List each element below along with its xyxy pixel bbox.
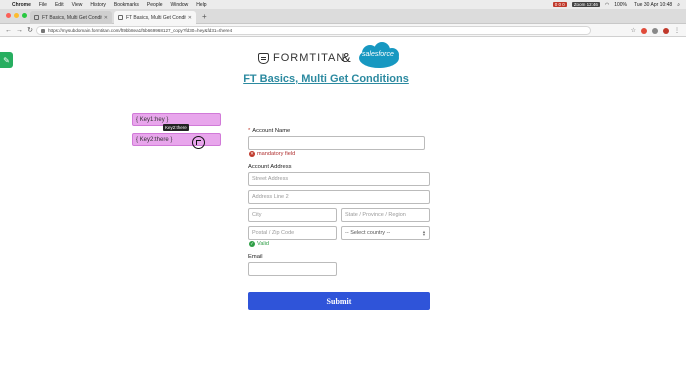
minimize-window-icon[interactable] bbox=[14, 13, 19, 18]
formtitan-shield-icon bbox=[258, 52, 269, 64]
mac-menubar: Chrome File Edit View History Bookmarks … bbox=[0, 0, 686, 9]
screen: Chrome File Edit View History Bookmarks … bbox=[0, 0, 686, 386]
check-icon: ✓ bbox=[249, 241, 255, 247]
lock-icon bbox=[41, 28, 45, 33]
browser-toolbar: ← → ↻ https://mysubdomain.formtitan.com/… bbox=[0, 24, 686, 37]
account-address-label: Account Address bbox=[248, 164, 292, 170]
error-icon: ✕ bbox=[249, 151, 255, 157]
extension-gray-icon[interactable] bbox=[652, 27, 658, 34]
mouse-pointer-icon bbox=[196, 140, 201, 145]
tab-favicon-icon bbox=[34, 15, 39, 20]
search-icon[interactable]: ⌕ bbox=[677, 2, 680, 8]
formtitan-brand: FORMTITAN bbox=[273, 52, 346, 64]
street-address-input[interactable]: Street Address bbox=[248, 172, 430, 186]
key2-tooltip: Key2:there bbox=[163, 124, 189, 131]
tab-close-icon[interactable]: ✕ bbox=[188, 15, 192, 21]
city-input[interactable]: City bbox=[248, 208, 337, 222]
ampersand: & bbox=[342, 50, 351, 65]
page-title: FT Basics, Multi Get Conditions bbox=[243, 73, 409, 85]
salesforce-brand: salesforce bbox=[362, 51, 394, 58]
mandatory-field-text: mandatory field bbox=[257, 151, 296, 157]
reload-icon[interactable]: ↻ bbox=[27, 26, 33, 34]
menu-view[interactable]: View bbox=[72, 2, 83, 8]
address-bar[interactable]: https://mysubdomain.formtitan.com/ft9bb8… bbox=[36, 26, 591, 35]
status-badge-red[interactable]: 0 0 0 bbox=[552, 2, 567, 7]
state-input[interactable]: State / Province / Region bbox=[341, 208, 430, 222]
country-select-value: -- Select country -- bbox=[345, 230, 391, 236]
menu-bookmarks[interactable]: Bookmarks bbox=[114, 2, 139, 8]
account-name-input[interactable] bbox=[248, 136, 425, 150]
tab-label: FT Basics, Multi Get Conditio bbox=[126, 14, 186, 21]
email-input[interactable] bbox=[248, 262, 337, 276]
key2-chip[interactable]: { Key2:there } bbox=[132, 133, 221, 146]
window-controls bbox=[6, 13, 27, 18]
country-select[interactable]: -- Select country -- ▲ ▼ bbox=[341, 226, 430, 240]
tab-strip: FT Basics, Multi Get Conditio ✕ FT Basic… bbox=[0, 9, 686, 24]
menu-app-name[interactable]: Chrome bbox=[12, 2, 31, 8]
url-text: https://mysubdomain.formtitan.com/ft9bb8… bbox=[48, 28, 233, 33]
select-arrows-icon: ▲ ▼ bbox=[422, 229, 426, 237]
forward-arrow-icon[interactable]: → bbox=[16, 27, 23, 34]
address-line2-input[interactable]: Address Line 2 bbox=[248, 190, 430, 204]
status-badge-zoom[interactable]: Zoom 12:46 bbox=[571, 2, 600, 7]
toolbar-extensions: ☆ ⋮ bbox=[631, 27, 680, 34]
menu-file[interactable]: File bbox=[39, 2, 47, 8]
account-name-label: * Account Name bbox=[248, 128, 290, 134]
extension-red-icon[interactable] bbox=[641, 27, 647, 34]
tab-first[interactable]: FT Basics, Multi Get Conditio ✕ bbox=[30, 11, 112, 24]
tab-close-icon[interactable]: ✕ bbox=[104, 15, 108, 21]
new-tab-icon[interactable]: + bbox=[202, 12, 207, 21]
battery-label[interactable]: 100% bbox=[614, 2, 627, 8]
status-area: 0 0 0 Zoom 12:46 ◠ 100% Tue 30 Apr 10:48… bbox=[552, 2, 680, 8]
star-icon[interactable]: ☆ bbox=[631, 27, 636, 34]
profile-avatar-icon[interactable] bbox=[663, 27, 669, 34]
menu-history[interactable]: History bbox=[90, 2, 106, 8]
header-logos: FORMTITAN & salesforce bbox=[256, 42, 436, 72]
wrench-icon[interactable]: ✎ bbox=[0, 52, 13, 68]
menu-help[interactable]: Help bbox=[196, 2, 206, 8]
more-menu-icon[interactable]: ⋮ bbox=[674, 27, 680, 34]
tab-label: FT Basics, Multi Get Conditio bbox=[42, 14, 102, 21]
menu-edit[interactable]: Edit bbox=[55, 2, 64, 8]
menu-window[interactable]: Window bbox=[171, 2, 189, 8]
valid-message: ✓ Valid bbox=[249, 241, 269, 247]
maximize-window-icon[interactable] bbox=[22, 13, 27, 18]
submit-button[interactable]: Submit bbox=[248, 292, 430, 310]
mandatory-field-error: ✕ mandatory field bbox=[249, 151, 295, 157]
formtitan-logo: FORMTITAN bbox=[258, 52, 345, 64]
back-arrow-icon[interactable]: ← bbox=[5, 27, 12, 34]
close-window-icon[interactable] bbox=[6, 13, 11, 18]
zip-input[interactable]: Postal / Zip Code bbox=[248, 226, 337, 240]
tab-favicon-icon bbox=[118, 15, 123, 20]
menu-people[interactable]: People bbox=[147, 2, 163, 8]
tab-second-active[interactable]: FT Basics, Multi Get Conditio ✕ bbox=[114, 11, 196, 24]
wifi-icon[interactable]: ◠ bbox=[605, 2, 609, 8]
menu-clock[interactable]: Tue 30 Apr 10:48 bbox=[634, 2, 672, 8]
email-label: Email bbox=[248, 254, 263, 260]
account-name-label-text: Account Name bbox=[252, 128, 291, 134]
required-mark: * bbox=[248, 128, 251, 134]
valid-text: Valid bbox=[257, 241, 270, 247]
